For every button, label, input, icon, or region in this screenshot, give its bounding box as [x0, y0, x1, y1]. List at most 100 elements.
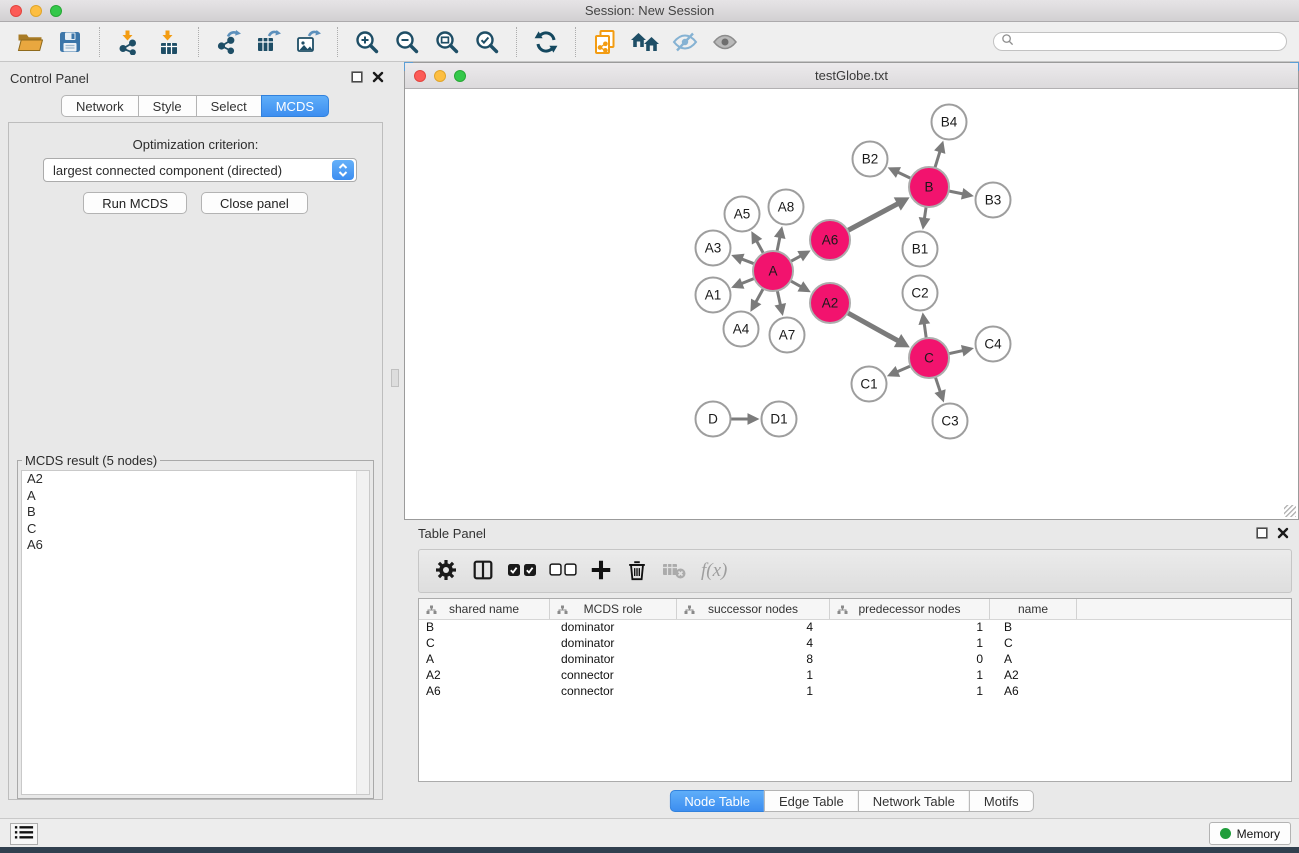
export-image-button[interactable]: [291, 25, 325, 59]
search-input[interactable]: [1018, 35, 1279, 49]
graph-node-C3[interactable]: C3: [933, 404, 968, 439]
tab-edge-table[interactable]: Edge Table: [764, 790, 859, 812]
table-row[interactable]: A6connector11A6: [419, 684, 1291, 700]
graph-node-C2[interactable]: C2: [903, 276, 938, 311]
table-row[interactable]: Cdominator41C: [419, 636, 1291, 652]
zoom-out-button[interactable]: [390, 25, 424, 59]
zoom-fit-button[interactable]: [430, 25, 464, 59]
eye-slash-icon: [672, 29, 698, 55]
show-columns-button[interactable]: [471, 558, 495, 585]
graph-node-A4[interactable]: A4: [724, 312, 759, 347]
delete-column-button[interactable]: [625, 558, 649, 585]
zoom-window-button[interactable]: [50, 5, 62, 17]
split-divider-grip[interactable]: [391, 369, 399, 387]
float-table-panel-icon[interactable]: [1256, 527, 1268, 539]
open-file-button[interactable]: [13, 25, 47, 59]
tab-style[interactable]: Style: [138, 95, 197, 117]
result-list-item[interactable]: A2: [22, 471, 369, 488]
zoom-in-button[interactable]: [350, 25, 384, 59]
graph-node-D[interactable]: D: [696, 402, 731, 437]
table-row[interactable]: Bdominator41B: [419, 620, 1291, 636]
graph-node-A3[interactable]: A3: [696, 231, 731, 266]
tab-network[interactable]: Network: [61, 95, 139, 117]
close-table-panel-icon[interactable]: [1277, 527, 1289, 539]
add-column-button[interactable]: [589, 558, 613, 585]
deselect-all-button[interactable]: [549, 562, 577, 580]
tab-motifs[interactable]: Motifs: [969, 790, 1034, 812]
memory-button[interactable]: Memory: [1209, 822, 1291, 845]
save-session-button[interactable]: [53, 25, 87, 59]
graph-node-A[interactable]: A: [753, 251, 793, 291]
result-list-item[interactable]: A: [22, 488, 369, 505]
export-network-button[interactable]: [211, 25, 245, 59]
graph-node-D1[interactable]: D1: [762, 402, 797, 437]
graph-node-A7[interactable]: A7: [770, 318, 805, 353]
graph-node-B4[interactable]: B4: [932, 105, 967, 140]
function-builder-icon[interactable]: f(x): [701, 560, 727, 582]
column-header-shared-name[interactable]: shared name: [419, 599, 550, 619]
graph-node-A1[interactable]: A1: [696, 278, 731, 313]
graph-node-A6[interactable]: A6: [810, 220, 850, 260]
select-all-button[interactable]: [507, 562, 537, 581]
graph-node-B1[interactable]: B1: [903, 232, 938, 267]
import-network-button[interactable]: [112, 25, 146, 59]
graph-node-B[interactable]: B: [909, 167, 949, 207]
tab-select[interactable]: Select: [196, 95, 262, 117]
criterion-dropdown[interactable]: largest connected component (directed): [43, 158, 357, 182]
network-window-titlebar[interactable]: testGlobe.txt: [405, 63, 1298, 89]
zoom-in-icon: [354, 29, 380, 55]
column-header-predecessor-nodes[interactable]: predecessor nodes: [830, 599, 990, 619]
first-neighbors-button[interactable]: [628, 25, 662, 59]
graph-node-B2[interactable]: B2: [853, 142, 888, 177]
table-settings-button[interactable]: [433, 557, 459, 586]
refresh-view-button[interactable]: [529, 25, 563, 59]
import-table-button[interactable]: [152, 25, 186, 59]
float-panel-icon[interactable]: [351, 71, 363, 83]
result-list-item[interactable]: B: [22, 504, 369, 521]
column-header-filler: [1077, 599, 1291, 619]
show-all-button[interactable]: [708, 25, 742, 59]
run-mcds-button[interactable]: Run MCDS: [83, 192, 187, 214]
table-row[interactable]: Adominator80A: [419, 652, 1291, 668]
zoom-network-window-button[interactable]: [454, 70, 466, 82]
result-list-item[interactable]: C: [22, 521, 369, 538]
close-panel-icon[interactable]: [372, 71, 384, 83]
result-scrollbar[interactable]: [356, 471, 369, 794]
zoom-selected-button[interactable]: [470, 25, 504, 59]
column-header-successor-nodes[interactable]: successor nodes: [677, 599, 830, 619]
unchecked-boxes-icon: [549, 562, 577, 580]
mcds-result-list[interactable]: A2ABCA6: [21, 470, 370, 795]
export-table-button[interactable]: [251, 25, 285, 59]
delete-table-button[interactable]: [661, 557, 687, 586]
graph-node-C[interactable]: C: [909, 338, 949, 378]
graph-node-A8[interactable]: A8: [769, 190, 804, 225]
hide-selected-button[interactable]: [668, 25, 702, 59]
table-panel: Table Panel f(x) shared name MCDS role s…: [404, 520, 1299, 818]
tab-node-table[interactable]: Node Table: [669, 790, 765, 812]
svg-text:A7: A7: [779, 328, 796, 343]
graph-node-C4[interactable]: C4: [976, 327, 1011, 362]
table-row[interactable]: A2connector11A2: [419, 668, 1291, 684]
column-header-name[interactable]: name: [990, 599, 1077, 619]
table-cell: connector: [550, 668, 677, 684]
minimize-network-window-button[interactable]: [434, 70, 446, 82]
task-history-button[interactable]: [10, 823, 38, 845]
minimize-window-button[interactable]: [30, 5, 42, 17]
graph-node-A2[interactable]: A2: [810, 283, 850, 323]
tab-network-table[interactable]: Network Table: [858, 790, 970, 812]
close-network-window-button[interactable]: [414, 70, 426, 82]
column-header-mcds-role[interactable]: MCDS role: [550, 599, 677, 619]
network-graph[interactable]: A A1 A2 A3 A4 A5 A6 A7 A8 B B1 B2 B3 B4 C C1 C2 C3 C4 D D1: [406, 90, 1299, 519]
new-network-from-selection-button[interactable]: [588, 25, 622, 59]
close-window-button[interactable]: [10, 5, 22, 17]
result-list-item[interactable]: A6: [22, 537, 369, 554]
tab-mcds[interactable]: MCDS: [261, 95, 329, 117]
svg-text:A5: A5: [734, 207, 751, 222]
close-panel-button[interactable]: Close panel: [201, 192, 308, 214]
graph-node-B3[interactable]: B3: [976, 183, 1011, 218]
column-label: MCDS role: [584, 602, 643, 616]
svg-text:B1: B1: [912, 242, 929, 257]
graph-node-A5[interactable]: A5: [725, 197, 760, 232]
graph-node-C1[interactable]: C1: [852, 367, 887, 402]
window-resize-grip[interactable]: [1284, 505, 1296, 517]
